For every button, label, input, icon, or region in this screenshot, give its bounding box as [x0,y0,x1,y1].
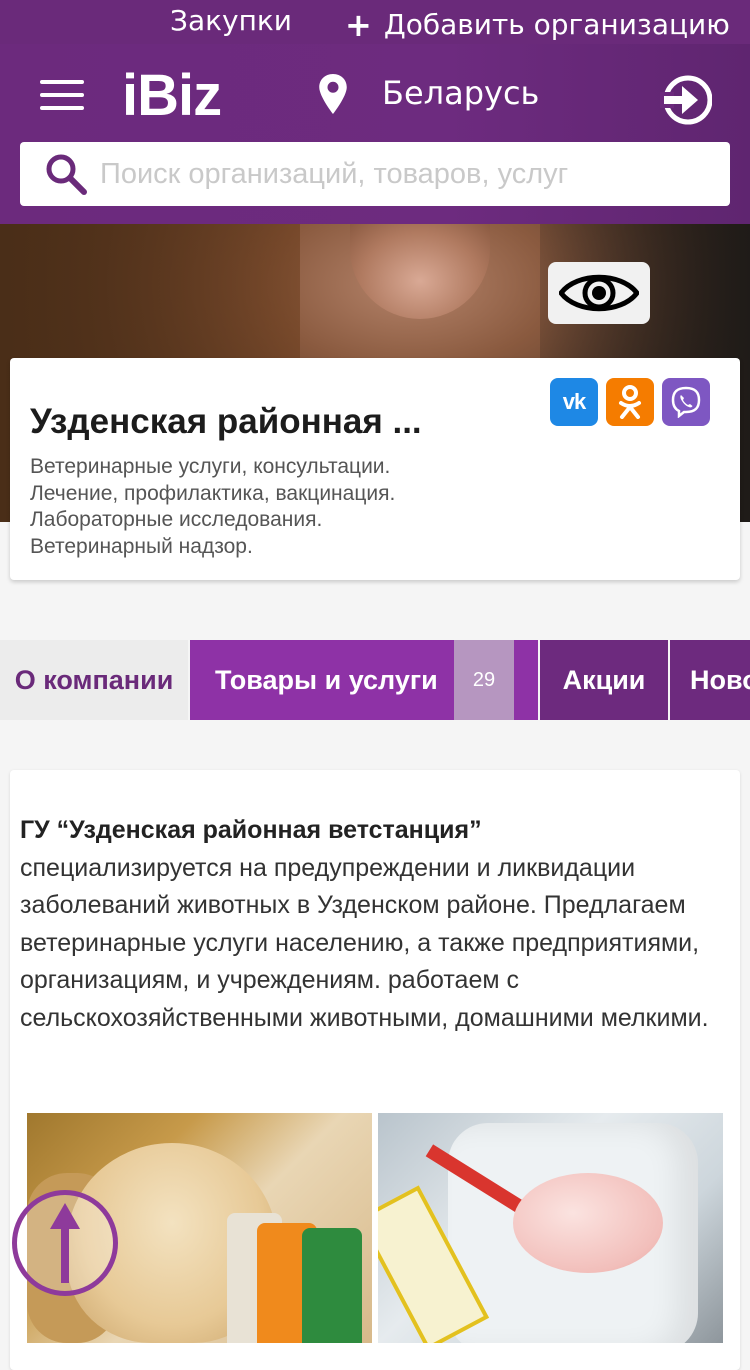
organization-title: Узденская районная ... [30,402,422,441]
procurement-link[interactable]: Закупки [170,4,292,37]
section-tabs: О компании Товары и услуги 29 Акции Ново… [0,640,750,720]
logo[interactable]: iBiz [122,62,222,129]
pig-photo[interactable] [378,1113,723,1343]
description-line: Ветеринарный надзор. [30,534,253,558]
tab-goods-services-label: Товары и услуги [215,664,438,695]
organization-description: Ветеринарные услуги, консультации. Лечен… [30,454,395,560]
organization-card: vk Узденская районная ... Ветеринарные у… [10,358,740,580]
viber-share-button[interactable] [662,378,710,426]
vk-icon: vk [562,389,587,414]
view-gallery-button[interactable] [548,262,650,324]
eye-icon [559,274,639,312]
menu-icon[interactable] [40,80,84,110]
scroll-to-top-button[interactable] [12,1190,118,1296]
about-body: специализируется на предупреждении и лик… [20,853,709,1032]
plus-icon: + [345,5,372,44]
add-organization-link[interactable]: + Добавить организацию [345,8,730,41]
about-text: ГУ “Узденская районная ветстанция” специ… [20,812,730,1037]
location-selector[interactable]: Беларусь [382,74,539,112]
odnoklassniki-share-button[interactable] [606,378,654,426]
organization-full-name: ГУ “Узденская районная ветстанция” [20,816,482,844]
tab-promotions[interactable]: Акции [540,640,668,720]
odnoklassniki-icon [619,385,641,419]
vk-share-button[interactable]: vk [550,378,598,426]
login-icon[interactable] [660,74,712,126]
search-bar[interactable] [20,142,730,206]
tab-goods-services[interactable]: Товары и услуги 29 [190,640,538,720]
description-line: Лечение, профилактика, вакцинация. [30,481,396,505]
arrow-up-icon [50,1203,80,1283]
goods-count-badge: 29 [454,640,514,720]
about-section: ГУ “Узденская районная ветстанция” специ… [10,770,740,1370]
tab-about[interactable]: О компании [0,640,188,720]
description-line: Ветеринарные услуги, консультации. [30,455,391,478]
search-icon [46,154,87,195]
top-bar: Закупки + Добавить организацию [0,0,750,44]
location-pin-icon[interactable] [318,74,348,114]
tab-news[interactable]: Новости [670,640,750,720]
add-organization-label: Добавить организацию [383,8,730,41]
description-line: Лабораторные исследования. [30,508,323,531]
header: iBiz Беларусь [0,44,750,224]
search-input[interactable] [100,157,700,191]
viber-icon [671,386,701,418]
